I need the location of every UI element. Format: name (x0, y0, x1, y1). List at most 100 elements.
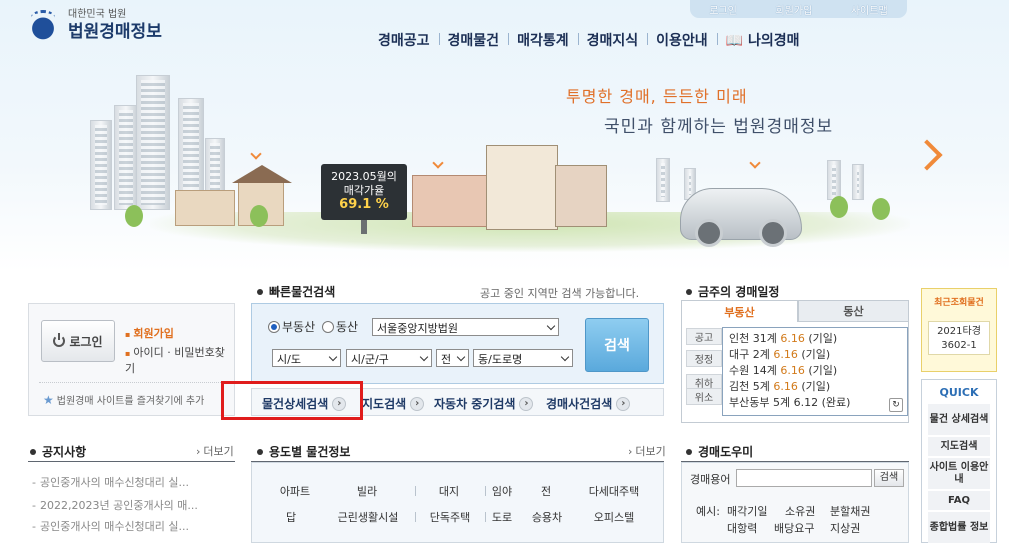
use-type-forest[interactable]: 임야 (488, 483, 516, 499)
use-type-neighborhood[interactable]: 근린생활시설 (328, 509, 408, 525)
store-building (486, 145, 558, 230)
notice-title: 공지사항 (30, 443, 86, 460)
help-example[interactable]: 지상권 (830, 520, 860, 536)
add-favorite-link[interactable]: ★ 법원경매 사이트를 즐겨찾기에 추가 (43, 392, 204, 407)
quick-search-note: 공고 중인 지역만 검색 가능합니다. (480, 287, 640, 300)
use-type-title: 용도별 물건정보 (257, 443, 350, 460)
sido-select[interactable]: 시/도 (272, 349, 341, 367)
jeon-select[interactable]: 전 (436, 349, 469, 367)
notice-item[interactable]: 공인중개사의 매수신청대리 실... (32, 518, 227, 534)
schedule-label[interactable]: 공고 (686, 328, 722, 345)
help-search-button[interactable]: 검색 (874, 469, 904, 487)
utility-bar: 로그인 회원가입 사이트맵 (690, 0, 907, 18)
schedule-entry[interactable]: 부산동부 5계 6.12 (완료) (729, 395, 901, 411)
vehicle-search-link[interactable]: 자동차 중기검색 › (434, 395, 534, 412)
quick-site-guide[interactable]: 사이트 이용안내 (928, 458, 990, 490)
notice-more-link[interactable]: 더보기 (196, 443, 233, 459)
nav-usage-guide[interactable]: 이용안내 (647, 30, 717, 50)
help-example[interactable]: 배당요구 (774, 520, 814, 536)
favorite-label: 법원경매 사이트를 즐겨찾기에 추가 (56, 396, 205, 407)
case-search-link[interactable]: 경매사건검색 › (546, 395, 631, 412)
login-button[interactable]: 로그인 (41, 320, 115, 362)
quick-map-search[interactable]: 지도검색 (928, 437, 990, 457)
tab-movable[interactable]: 동산 (798, 300, 909, 322)
distant-building (852, 164, 864, 200)
schedule-label[interactable]: 정정 (686, 350, 722, 367)
nav-auction-knowledge[interactable]: 경매지식 (577, 30, 648, 50)
notice-item[interactable]: 공인중개사의 매수신청대리 실... (32, 474, 227, 490)
schedule-entry[interactable]: 김천 5계 6.16 (기일) (729, 379, 901, 395)
radio-realestate[interactable]: 부동산 (268, 318, 315, 335)
tab-realestate[interactable]: 부동산 (681, 300, 798, 322)
main-navigation: 경매공고 경매물건 매각통계 경매지식 이용안내 📖 나의경매 (369, 30, 808, 50)
help-term-input[interactable] (736, 469, 872, 487)
car-illustration (680, 188, 802, 247)
nav-my-auction[interactable]: 📖 나의경매 (716, 30, 809, 50)
use-type-officetel[interactable]: 오피스텔 (586, 509, 642, 525)
vehicle-search-label: 자동차 중기검색 (434, 397, 516, 411)
quick-legal-info[interactable]: 종합법률 정보 (928, 512, 990, 544)
schedule-label[interactable]: 위소 (686, 388, 722, 405)
util-join-link[interactable]: 회원가입 (775, 2, 812, 17)
use-type-more-link[interactable]: 더보기 (628, 443, 665, 459)
use-type-land[interactable]: 대지 (432, 483, 466, 499)
tree (250, 205, 268, 227)
court-select[interactable]: 서울중앙지방법원 (372, 318, 559, 336)
site-logo[interactable]: 대한민국 법원 법원경매정보 (26, 8, 162, 42)
quick-faq[interactable]: FAQ (928, 491, 990, 511)
apartment-building (90, 120, 112, 210)
nav-auction-notice[interactable]: 경매공고 (369, 30, 439, 50)
auction-helper-box: 경매용어 검색 예시: 매각기일 소유권 분할채권 대항력 배당요구 지상권 (681, 462, 909, 543)
case-search-label: 경매사건검색 (546, 397, 613, 411)
quick-detail-search[interactable]: 물건 상세검색 (928, 404, 990, 436)
radio-movable-label: 동산 (336, 320, 359, 334)
use-type-multiplex[interactable]: 다세대주택 (582, 483, 646, 499)
distant-building (656, 158, 670, 202)
nav-sale-statistics[interactable]: 매각통계 (508, 30, 578, 50)
use-type-road[interactable]: 도로 (488, 509, 516, 525)
recent-case-link[interactable]: 2021타경 3602-1 (928, 321, 990, 355)
divider (415, 512, 416, 522)
next-slide-arrow-icon[interactable] (914, 138, 940, 174)
schedule-entry[interactable]: 대구 2계 6.16 (기일) (729, 347, 901, 363)
schedule-entry[interactable]: 수원 14계 6.16 (기일) (729, 363, 901, 379)
chevron-down-icon (432, 157, 444, 169)
hero-subslogan: 국민과 함께하는 법원경매정보 (604, 117, 834, 137)
radio-movable[interactable]: 동산 (322, 318, 358, 335)
login-box: 로그인 회원가입 아이디 · 비밀번호찾기 ★법원경매 사이트를 즐겨찾기에 추… (28, 303, 235, 416)
help-example[interactable]: 소유권 (785, 503, 815, 519)
use-type-villa[interactable]: 빌라 (342, 483, 392, 499)
refresh-icon[interactable]: ↻ (889, 398, 903, 412)
help-term-label: 경매용어 (690, 473, 731, 486)
logo-subtitle: 대한민국 법원 (68, 8, 127, 20)
divider (39, 382, 225, 383)
nav-auction-items[interactable]: 경매물건 (438, 30, 509, 50)
util-login-link[interactable]: 로그인 (709, 2, 737, 17)
highlight-box (221, 381, 363, 420)
notice-item[interactable]: 2022,2023년 공인중개사의 매... (32, 497, 227, 513)
help-title: 경매도우미 (686, 443, 753, 460)
apartment-building (136, 75, 170, 210)
use-type-detached[interactable]: 단독주택 (422, 509, 478, 525)
help-example[interactable]: 매각기일 (727, 503, 767, 519)
tree (125, 205, 143, 227)
quick-search-button[interactable]: 검색 (585, 318, 649, 372)
use-type-car[interactable]: 승용차 (526, 509, 568, 525)
use-type-paddy[interactable]: 답 (276, 509, 306, 525)
help-example[interactable]: 대항력 (727, 520, 757, 536)
sign-label: 매각가율 (343, 184, 385, 197)
use-type-apartment[interactable]: 아파트 (270, 483, 320, 499)
dong-select[interactable]: 동/도로명 (473, 349, 573, 367)
map-search-link[interactable]: 지도검색 › (362, 395, 425, 412)
sigungu-select[interactable]: 시/군/구 (346, 349, 432, 367)
help-example[interactable]: 분할채권 (830, 503, 870, 519)
chevron-down-icon (749, 157, 761, 169)
tree (872, 198, 890, 220)
chevron-down-icon (250, 148, 262, 160)
join-link[interactable]: 회원가입 (125, 325, 173, 341)
find-id-password-link[interactable]: 아이디 · 비밀번호찾기 (125, 344, 234, 376)
schedule-title: 금주의 경매일정 (686, 283, 779, 300)
use-type-field[interactable]: 전 (533, 483, 559, 499)
util-sitemap-link[interactable]: 사이트맵 (851, 2, 888, 17)
schedule-entry[interactable]: 인천 31계 6.16 (기일) (729, 331, 901, 347)
